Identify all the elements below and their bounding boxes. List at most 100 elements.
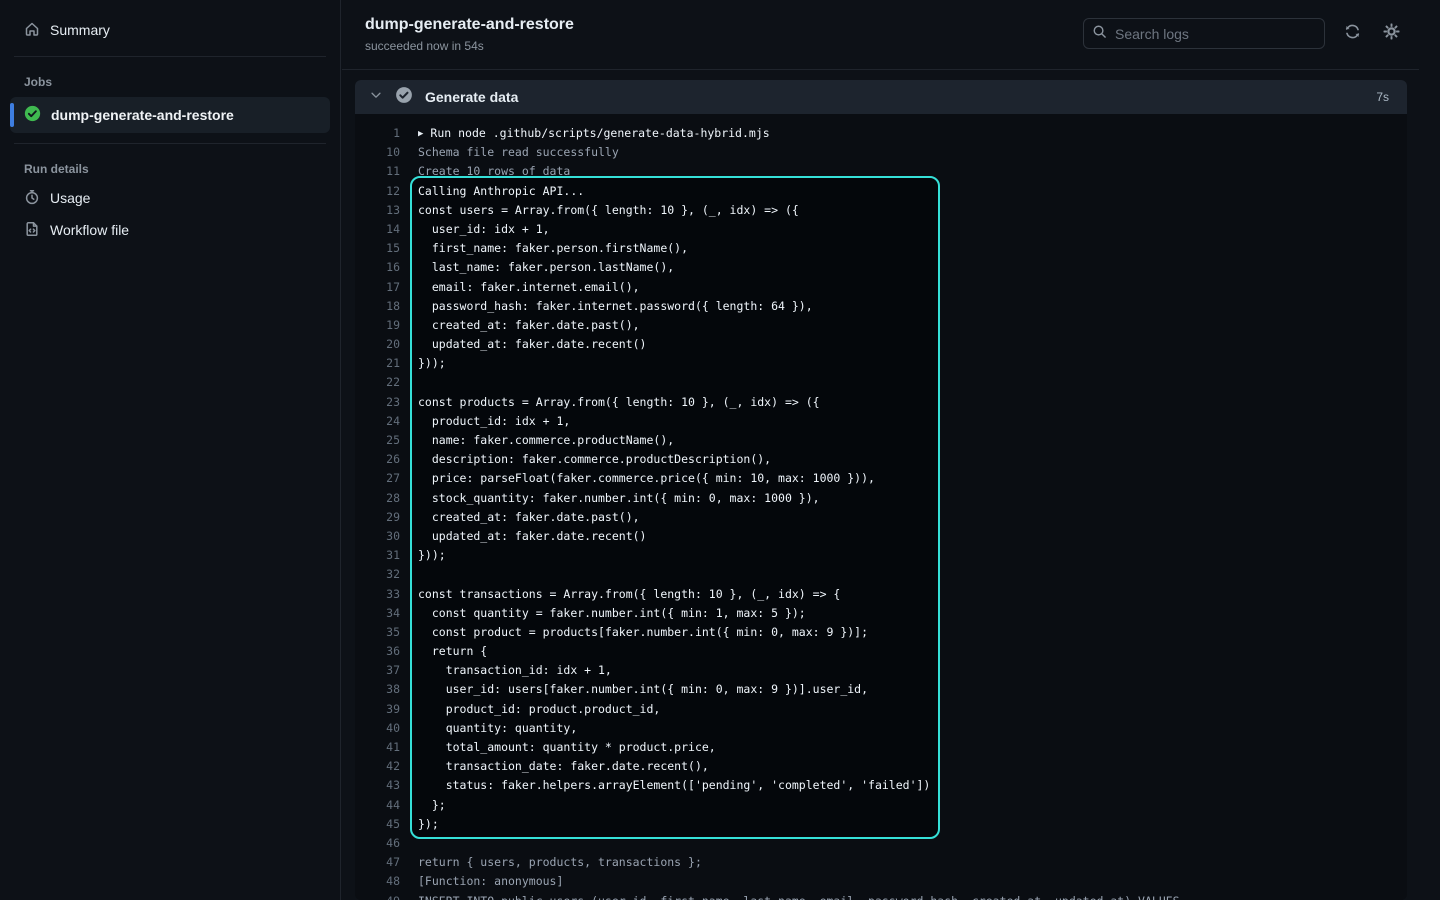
search-logs-box[interactable] [1083,18,1325,49]
line-text: name: faker.commerce.productName(), [418,431,674,450]
log-line: 27 price: parseFloat(faker.commerce.pric… [355,469,1407,488]
step-duration: 7s [1376,90,1393,104]
line-number: 46 [355,834,400,853]
line-text: const quantity = faker.number.int({ min:… [418,604,806,623]
log-line: 13const users = Array.from({ length: 10 … [355,201,1407,220]
line-text: created_at: faker.date.past(), [418,316,640,335]
sidebar-item-summary[interactable]: Summary [10,14,330,46]
log-panel: Generate data 7s 1▶Run node .github/scri… [355,80,1407,900]
line-number: 18 [355,297,400,316]
log-line: 15 first_name: faker.person.firstName(), [355,239,1407,258]
line-number: 35 [355,623,400,642]
gear-icon [1383,23,1400,45]
line-text: description: faker.commerce.productDescr… [418,450,771,469]
line-text: Calling Anthropic API... [418,182,584,201]
line-text: const product = products[faker.number.in… [418,623,868,642]
line-number: 17 [355,278,400,297]
log-line: 17 email: faker.internet.email(), [355,278,1407,297]
log-line: 25 name: faker.commerce.productName(), [355,431,1407,450]
log-line: 34 const quantity = faker.number.int({ m… [355,604,1407,623]
expand-group-icon[interactable]: ▶ [418,129,423,139]
line-number: 25 [355,431,400,450]
sidebar-item-usage[interactable]: Usage [10,182,330,214]
line-number: 45 [355,815,400,834]
line-number: 43 [355,776,400,795]
line-number: 37 [355,661,400,680]
log-line: 30 updated_at: faker.date.recent() [355,527,1407,546]
line-number: 10 [355,143,400,162]
run-details-section-label: Run details [0,154,340,182]
sync-icon [1344,23,1361,45]
step-check-circle-icon [395,86,413,109]
log-line: 49INSERT INTO public.users (user_id, fir… [355,892,1407,900]
line-number: 21 [355,354,400,373]
line-text: product_id: idx + 1, [418,412,570,431]
line-text: }; [418,796,446,815]
line-number: 28 [355,489,400,508]
step-header-generate-data[interactable]: Generate data 7s [355,80,1407,114]
chevron-down-icon[interactable] [369,88,383,107]
search-icon [1092,24,1107,44]
line-text: const products = Array.from({ length: 10… [418,393,820,412]
log-line: 21})); [355,354,1407,373]
line-number: 12 [355,182,400,201]
line-number: 38 [355,680,400,699]
sidebar-divider [14,143,326,144]
stopwatch-icon [24,189,40,208]
log-settings-button[interactable] [1380,23,1402,45]
line-number: 36 [355,642,400,661]
log-line: 23 const products = Array.from({ length: … [355,393,1407,412]
line-number: 26 [355,450,400,469]
line-number: 42 [355,757,400,776]
line-text: email: faker.internet.email(), [418,278,640,297]
line-text: })); [418,354,446,373]
log-line: 16 last_name: faker.person.lastName(), [355,258,1407,277]
sidebar-item-job[interactable]: dump-generate-and-restore [10,97,330,133]
log-line: 46 [355,834,1407,853]
line-text: }); [418,815,439,834]
line-number: 31 [355,546,400,565]
log-line: 40 quantity: quantity, [355,719,1407,738]
run-status-text: succeeded now in 54s [365,39,484,53]
line-number: 22 [355,373,400,392]
sidebar: Summary Jobs dump-generate-and-restore R… [0,0,341,900]
log-lines: 1▶Run node .github/scripts/generate-data… [355,114,1407,900]
log-line: 36 return { [355,642,1407,661]
line-text: return { [418,642,487,661]
log-line: 48[Function: anonymous] [355,872,1407,891]
log-line: 41 total_amount: quantity * product.pric… [355,738,1407,757]
line-text: user_id: idx + 1, [418,220,550,239]
log-line: 20 updated_at: faker.date.recent() [355,335,1407,354]
line-text: quantity: quantity, [418,719,577,738]
run-header: dump-generate-and-restore succeeded now … [342,0,1419,70]
sidebar-item-workflow-file[interactable]: Workflow file [10,214,330,246]
log-line: 38 user_id: users[faker.number.int({ min… [355,680,1407,699]
line-number: 34 [355,604,400,623]
search-input[interactable] [1115,26,1316,42]
log-line: 10Schema file read successfully [355,143,1407,162]
log-line: 37 transaction_id: idx + 1, [355,661,1407,680]
line-number: 14 [355,220,400,239]
line-number: 23 [355,393,400,412]
line-text: status: faker.helpers.arrayElement(['pen… [418,776,930,795]
line-text: updated_at: faker.date.recent() [418,527,646,546]
line-number: 41 [355,738,400,757]
log-line: 12 Calling Anthropic API... [355,182,1407,201]
line-text: updated_at: faker.date.recent() [418,335,646,354]
line-number: 32 [355,565,400,584]
line-number: 48 [355,872,400,891]
file-code-icon [24,221,40,240]
line-text: password_hash: faker.internet.password({… [418,297,813,316]
sidebar-item-label: Workflow file [50,222,129,238]
log-line: 43 status: faker.helpers.arrayElement(['… [355,776,1407,795]
line-number: 15 [355,239,400,258]
line-text: total_amount: quantity * product.price, [418,738,716,757]
jobs-section-label: Jobs [0,67,340,95]
line-number: 1 [355,124,400,143]
line-text: const transactions = Array.from({ length… [418,585,840,604]
log-line: 24 product_id: idx + 1, [355,412,1407,431]
refresh-button[interactable] [1341,23,1363,45]
sidebar-divider [14,56,326,57]
line-number: 29 [355,508,400,527]
log-line: 42 transaction_date: faker.date.recent()… [355,757,1407,776]
